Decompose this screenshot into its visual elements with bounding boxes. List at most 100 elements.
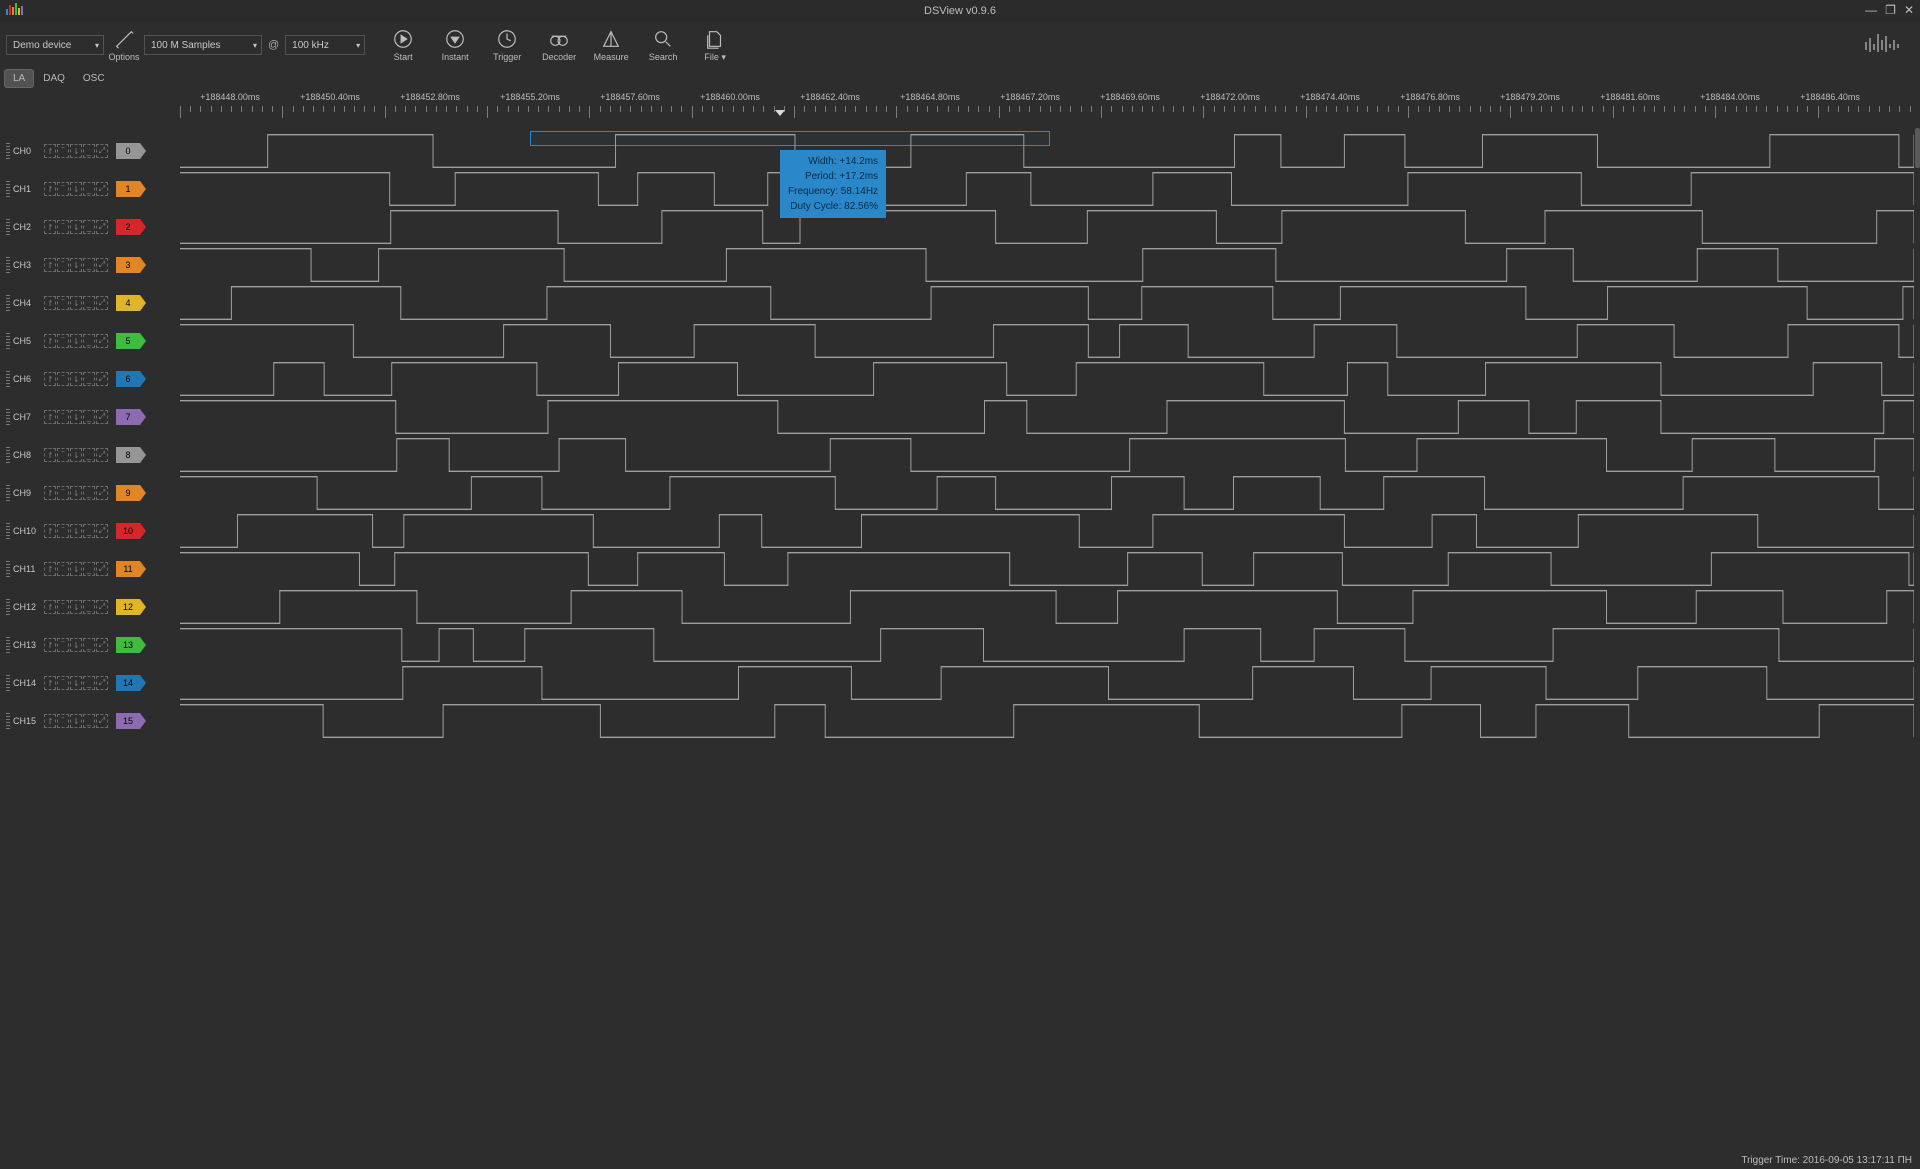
channel-name[interactable]: CH12 [13, 602, 41, 612]
start-button[interactable]: Start [377, 23, 429, 67]
trigger-condition-button[interactable]: ⤢ [96, 486, 108, 500]
channel-grip[interactable] [6, 409, 10, 425]
trigger-condition-button[interactable]: ‾ [57, 486, 69, 500]
trigger-button[interactable]: Trigger [481, 23, 533, 67]
vertical-scrollbar[interactable] [1915, 128, 1920, 168]
trigger-condition-button[interactable]: ↾ [44, 600, 56, 614]
channel-grip[interactable] [6, 219, 10, 235]
channel-name[interactable]: CH7 [13, 412, 41, 422]
trigger-condition-button[interactable]: ⇂ [70, 676, 82, 690]
trigger-condition-button[interactable]: ⤢ [96, 144, 108, 158]
trigger-condition-button[interactable]: ↾ [44, 296, 56, 310]
channel-tag[interactable]: 14 [116, 675, 140, 691]
trigger-condition-button[interactable]: ↾ [44, 220, 56, 234]
waveform[interactable] [180, 436, 1914, 474]
maximize-button[interactable]: ❐ [1885, 3, 1896, 17]
channel-tag[interactable]: 11 [116, 561, 140, 577]
channel-tag[interactable]: 2 [116, 219, 140, 235]
trigger-condition-button[interactable]: ⇂ [70, 296, 82, 310]
trigger-condition-button[interactable]: _ [83, 258, 95, 272]
waveform[interactable] [180, 398, 1914, 436]
trigger-condition-button[interactable]: ↾ [44, 182, 56, 196]
ruler-cursor-icon[interactable] [775, 110, 785, 116]
trigger-condition-button[interactable]: ‾ [57, 638, 69, 652]
channel-tag[interactable]: 13 [116, 637, 140, 653]
channel-name[interactable]: CH3 [13, 260, 41, 270]
trigger-condition-button[interactable]: ⇂ [70, 182, 82, 196]
waveform[interactable] [180, 284, 1914, 322]
waveform[interactable] [180, 512, 1914, 550]
minimize-button[interactable]: — [1865, 3, 1877, 17]
trigger-condition-button[interactable]: _ [83, 144, 95, 158]
trigger-condition-button[interactable]: ↾ [44, 524, 56, 538]
trigger-condition-button[interactable]: _ [83, 410, 95, 424]
file-button[interactable]: File ▾ [689, 23, 741, 67]
trigger-condition-button[interactable]: ↾ [44, 258, 56, 272]
channel-tag[interactable]: 10 [116, 523, 140, 539]
close-button[interactable]: ✕ [1904, 3, 1914, 17]
trigger-condition-button[interactable]: ⤢ [96, 182, 108, 196]
trigger-condition-button[interactable]: ⤢ [96, 638, 108, 652]
channel-grip[interactable] [6, 371, 10, 387]
trigger-condition-button[interactable]: ‾ [57, 258, 69, 272]
trigger-condition-button[interactable]: ‾ [57, 600, 69, 614]
trigger-condition-button[interactable]: ⤢ [96, 524, 108, 538]
channel-tag[interactable]: 0 [116, 143, 140, 159]
channel-name[interactable]: CH5 [13, 336, 41, 346]
channel-name[interactable]: CH13 [13, 640, 41, 650]
trigger-condition-button[interactable]: ‾ [57, 714, 69, 728]
channel-name[interactable]: CH15 [13, 716, 41, 726]
trigger-condition-button[interactable]: ↾ [44, 372, 56, 386]
channel-name[interactable]: CH10 [13, 526, 41, 536]
waveform[interactable] [180, 360, 1914, 398]
search-button[interactable]: Search [637, 23, 689, 67]
channel-name[interactable]: CH14 [13, 678, 41, 688]
trigger-condition-button[interactable]: _ [83, 562, 95, 576]
channel-name[interactable]: CH6 [13, 374, 41, 384]
trigger-condition-button[interactable]: ↾ [44, 486, 56, 500]
trigger-condition-button[interactable]: ↾ [44, 562, 56, 576]
measure-button[interactable]: Measure [585, 23, 637, 67]
trigger-condition-button[interactable]: ↾ [44, 638, 56, 652]
mode-tab-la[interactable]: LA [4, 69, 34, 88]
channel-grip[interactable] [6, 143, 10, 159]
channel-tag[interactable]: 1 [116, 181, 140, 197]
channel-tag[interactable]: 4 [116, 295, 140, 311]
trigger-condition-button[interactable]: _ [83, 448, 95, 462]
channel-grip[interactable] [6, 713, 10, 729]
trigger-condition-button[interactable]: ↾ [44, 410, 56, 424]
trigger-condition-button[interactable]: _ [83, 372, 95, 386]
waveform[interactable] [180, 246, 1914, 284]
channel-grip[interactable] [6, 599, 10, 615]
trigger-condition-button[interactable]: ↾ [44, 714, 56, 728]
trigger-condition-button[interactable]: ⇂ [70, 334, 82, 348]
mode-tab-osc[interactable]: OSC [74, 69, 114, 88]
trigger-condition-button[interactable]: ↾ [44, 334, 56, 348]
waveform[interactable] [180, 550, 1914, 588]
trigger-condition-button[interactable]: ⇂ [70, 410, 82, 424]
trigger-condition-button[interactable]: ⤢ [96, 220, 108, 234]
waveform[interactable] [180, 132, 1914, 170]
trigger-condition-button[interactable]: ‾ [57, 182, 69, 196]
channel-grip[interactable] [6, 447, 10, 463]
trigger-condition-button[interactable]: ⇂ [70, 600, 82, 614]
trigger-condition-button[interactable]: ⤢ [96, 372, 108, 386]
channel-tag[interactable]: 5 [116, 333, 140, 349]
trigger-condition-button[interactable]: ⇂ [70, 524, 82, 538]
trigger-condition-button[interactable]: ⇂ [70, 638, 82, 652]
trigger-condition-button[interactable]: ⤢ [96, 410, 108, 424]
mode-tab-daq[interactable]: DAQ [34, 69, 74, 88]
channel-grip[interactable] [6, 637, 10, 653]
trigger-condition-button[interactable]: _ [83, 486, 95, 500]
trigger-condition-button[interactable]: ⤢ [96, 600, 108, 614]
waveform[interactable] [180, 588, 1914, 626]
trigger-condition-button[interactable]: ⤢ [96, 296, 108, 310]
trigger-condition-button[interactable]: ⇂ [70, 220, 82, 234]
channel-grip[interactable] [6, 561, 10, 577]
channel-tag[interactable]: 15 [116, 713, 140, 729]
trigger-condition-button[interactable]: ⤢ [96, 334, 108, 348]
trigger-condition-button[interactable]: ‾ [57, 524, 69, 538]
trigger-condition-button[interactable]: ⇂ [70, 714, 82, 728]
trigger-condition-button[interactable]: ‾ [57, 372, 69, 386]
trigger-condition-button[interactable]: ⇂ [70, 562, 82, 576]
